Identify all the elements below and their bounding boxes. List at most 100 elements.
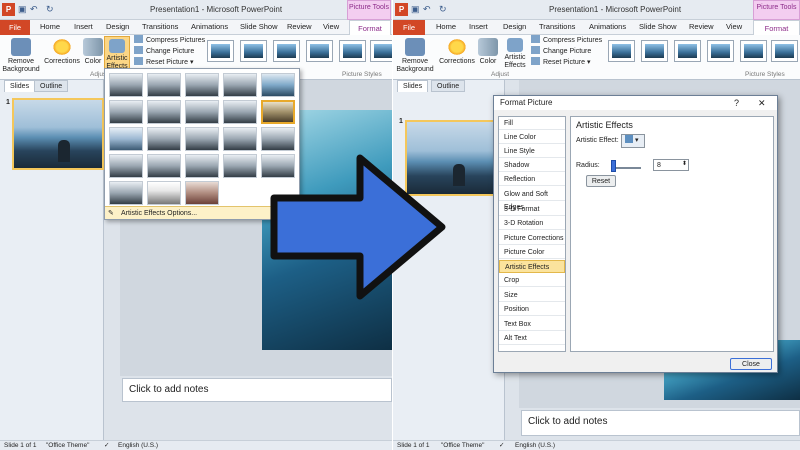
- color-button[interactable]: Color: [82, 38, 104, 66]
- save-icon-right[interactable]: ▣: [411, 4, 420, 15]
- slide-thumbnail[interactable]: [12, 98, 104, 170]
- tab-slide-show-right[interactable]: Slide Show: [639, 22, 677, 31]
- tab-review-right[interactable]: Review: [689, 22, 714, 31]
- effect-light-screen[interactable]: [109, 127, 143, 151]
- picture-style-6[interactable]: [370, 40, 392, 62]
- picture-style-2-right[interactable]: [641, 40, 668, 62]
- radius-slider-thumb[interactable]: [611, 160, 616, 172]
- tab-home-right[interactable]: Home: [436, 22, 456, 31]
- tab-slides-right[interactable]: Slides: [397, 80, 429, 92]
- artistic-effects-button-right[interactable]: Artistic Effects: [501, 38, 529, 70]
- category-glow-soft-edges[interactable]: Glow and Soft Edges: [499, 188, 565, 211]
- corrections-button[interactable]: Corrections: [44, 38, 80, 66]
- category-picture-corrections[interactable]: Picture Corrections: [499, 232, 565, 245]
- picture-style-4[interactable]: [306, 40, 333, 62]
- tab-review[interactable]: Review: [287, 22, 312, 31]
- category-text-box[interactable]: Text Box: [499, 318, 565, 331]
- effect-cutout[interactable]: [109, 181, 143, 205]
- category-shadow[interactable]: Shadow: [499, 159, 565, 172]
- category-fill[interactable]: Fill: [499, 117, 565, 130]
- category-3d-format[interactable]: 3-D Format: [499, 203, 565, 216]
- effect-texturizer[interactable]: [147, 154, 181, 178]
- effect-marker[interactable]: [147, 73, 181, 97]
- tab-home[interactable]: Home: [40, 22, 60, 31]
- effect-glow-diffused[interactable]: [223, 100, 257, 124]
- effect-blur[interactable]: [261, 100, 295, 124]
- effect-pastels-smooth[interactable]: [223, 154, 257, 178]
- close-icon[interactable]: ✕: [758, 96, 766, 110]
- effect-chalk-sketch[interactable]: [109, 100, 143, 124]
- picture-style-5[interactable]: [339, 40, 366, 62]
- redo-icon-right[interactable]: ↻: [439, 4, 447, 15]
- tab-insert[interactable]: Insert: [74, 22, 93, 31]
- category-position[interactable]: Position: [499, 303, 565, 316]
- artistic-effects-button[interactable]: Artistic Effects: [104, 36, 130, 70]
- help-icon[interactable]: ?: [734, 96, 739, 110]
- effect-mosaic-bubbles[interactable]: [223, 127, 257, 151]
- tab-outline-right[interactable]: Outline: [431, 80, 466, 92]
- category-picture-color[interactable]: Picture Color: [499, 246, 565, 259]
- notes-pane-right[interactable]: Click to add notes: [521, 410, 800, 436]
- undo-icon[interactable]: ↶: [30, 4, 38, 15]
- picture-style-1-right[interactable]: [608, 40, 635, 62]
- save-icon[interactable]: ▣: [18, 4, 27, 15]
- effect-none[interactable]: [109, 73, 143, 97]
- category-line-color[interactable]: Line Color: [499, 131, 565, 144]
- picture-style-3-right[interactable]: [674, 40, 701, 62]
- tab-transitions-right[interactable]: Transitions: [539, 22, 575, 31]
- reset-button[interactable]: Reset: [586, 175, 616, 187]
- picture-style-2[interactable]: [240, 40, 267, 62]
- color-button-right[interactable]: Color: [477, 38, 499, 66]
- effect-watercolor-sponge[interactable]: [147, 127, 181, 151]
- tab-outline[interactable]: Outline: [34, 80, 69, 92]
- effect-film-grain[interactable]: [185, 127, 219, 151]
- compress-pictures-button-right[interactable]: Compress Pictures: [531, 35, 602, 44]
- tab-insert-right[interactable]: Insert: [469, 22, 488, 31]
- radius-input[interactable]: 8 ⬍: [653, 159, 689, 171]
- undo-icon-right[interactable]: ↶: [423, 4, 431, 15]
- effect-photocopy[interactable]: [147, 181, 181, 205]
- picture-style-5-right[interactable]: [740, 40, 767, 62]
- remove-background-button-right[interactable]: Remove Background: [395, 38, 435, 74]
- picture-style-6-right[interactable]: [771, 40, 798, 62]
- category-3d-rotation[interactable]: 3-D Rotation: [499, 217, 565, 230]
- effect-glow-edges[interactable]: [185, 181, 219, 205]
- tab-format-right[interactable]: Format: [753, 20, 800, 36]
- tab-transitions[interactable]: Transitions: [142, 22, 178, 31]
- tab-view-right[interactable]: View: [726, 22, 742, 31]
- category-line-style[interactable]: Line Style: [499, 145, 565, 158]
- effect-cement[interactable]: [109, 154, 143, 178]
- tab-view[interactable]: View: [323, 22, 339, 31]
- change-picture-button-right[interactable]: Change Picture: [531, 46, 591, 55]
- reset-picture-button-right[interactable]: Reset Picture ▾: [531, 57, 591, 66]
- artistic-effect-dropdown[interactable]: ▾: [621, 134, 645, 148]
- tab-slide-show[interactable]: Slide Show: [240, 22, 278, 31]
- tab-design[interactable]: Design: [106, 22, 129, 31]
- change-picture-button[interactable]: Change Picture: [134, 46, 194, 55]
- remove-background-button[interactable]: Remove Background: [2, 38, 40, 74]
- effect-paint-brush[interactable]: [185, 100, 219, 124]
- effect-paint-strokes[interactable]: [147, 100, 181, 124]
- category-size[interactable]: Size: [499, 289, 565, 302]
- corrections-button-right[interactable]: Corrections: [439, 38, 475, 66]
- spellcheck-icon[interactable]: ✓: [104, 441, 109, 450]
- tab-design-right[interactable]: Design: [503, 22, 526, 31]
- tab-file[interactable]: File: [0, 20, 30, 35]
- picture-style-3[interactable]: [273, 40, 300, 62]
- effect-pencil-grayscale[interactable]: [185, 73, 219, 97]
- effect-pencil-sketch[interactable]: [223, 73, 257, 97]
- tab-file-right[interactable]: File: [393, 20, 425, 35]
- effect-crisscross-etching[interactable]: [185, 154, 219, 178]
- tab-animations[interactable]: Animations: [191, 22, 228, 31]
- category-reflection[interactable]: Reflection: [499, 173, 565, 186]
- close-button[interactable]: Close: [730, 358, 772, 370]
- category-alt-text[interactable]: Alt Text: [499, 332, 565, 345]
- notes-pane[interactable]: Click to add notes: [122, 378, 392, 402]
- tab-animations-right[interactable]: Animations: [589, 22, 626, 31]
- effect-line-drawing[interactable]: [261, 73, 295, 97]
- tab-slides[interactable]: Slides: [4, 80, 36, 92]
- category-artistic-effects[interactable]: Artistic Effects: [499, 260, 565, 273]
- tab-format[interactable]: Format: [349, 20, 391, 36]
- spinner-icon[interactable]: ⬍: [682, 159, 687, 170]
- reset-picture-button[interactable]: Reset Picture ▾: [134, 57, 194, 66]
